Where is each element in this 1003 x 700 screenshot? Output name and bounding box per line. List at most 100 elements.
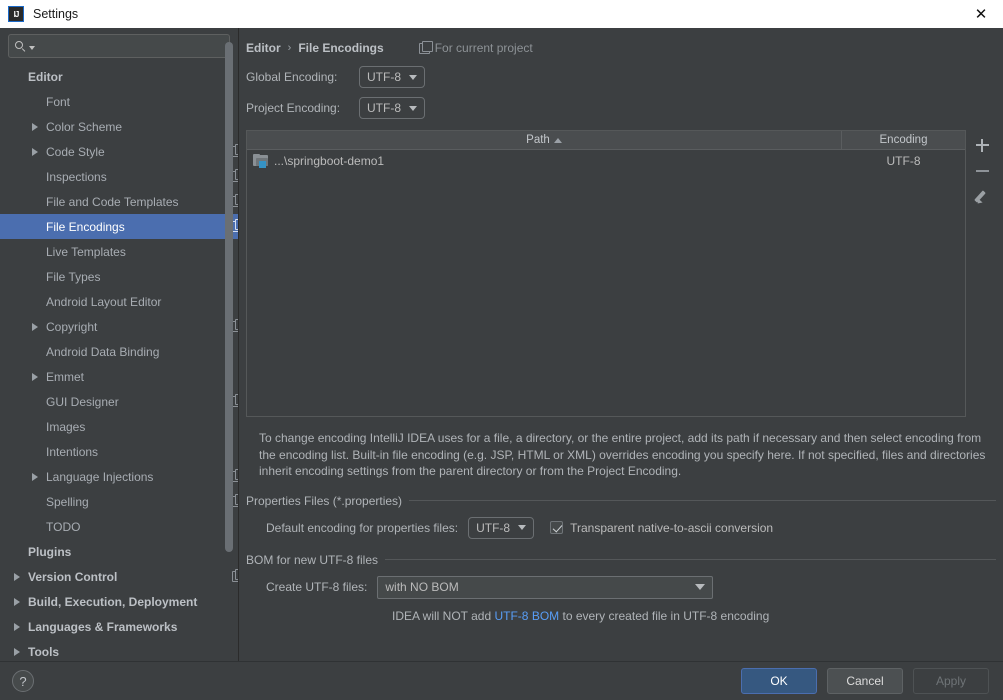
project-encoding-row: Project Encoding: UTF-8 bbox=[239, 96, 1003, 120]
default-properties-encoding-label: Default encoding for properties files: bbox=[266, 520, 459, 535]
expand-arrow-icon[interactable] bbox=[32, 472, 38, 481]
column-header-path-label: Path bbox=[526, 134, 550, 146]
for-current-project-badge: For current project bbox=[413, 40, 533, 55]
sidebar-item-images[interactable]: Images bbox=[0, 414, 238, 439]
copy-icon bbox=[232, 144, 238, 157]
sidebar-item-label: Languages & Frameworks bbox=[28, 619, 178, 634]
close-icon[interactable]: ✕ bbox=[959, 0, 1003, 28]
bom-group-label: BOM for new UTF-8 files bbox=[246, 552, 379, 567]
sidebar-scrollbar[interactable] bbox=[225, 42, 233, 552]
sidebar-item-editor[interactable]: Editor bbox=[0, 64, 238, 89]
bom-note: IDEA will NOT add UTF-8 BOM to every cre… bbox=[246, 599, 996, 623]
column-header-path[interactable]: Path bbox=[247, 131, 842, 149]
project-encoding-combo[interactable]: UTF-8 bbox=[359, 97, 425, 119]
expand-arrow-icon[interactable] bbox=[14, 622, 20, 631]
properties-files-group-body: Default encoding for properties files: U… bbox=[246, 508, 996, 539]
default-properties-encoding-combo[interactable]: UTF-8 bbox=[468, 516, 535, 539]
properties-files-group-title: Properties Files (*.properties) bbox=[246, 494, 996, 508]
search-input[interactable] bbox=[39, 37, 223, 55]
properties-files-group: Properties Files (*.properties) Default … bbox=[246, 494, 996, 539]
sidebar-item-plugins[interactable]: Plugins bbox=[0, 539, 238, 564]
create-utf8-files-combo[interactable]: with NO BOM bbox=[377, 575, 714, 599]
sidebar-item-gui-designer[interactable]: GUI Designer bbox=[0, 389, 238, 414]
sidebar-item-label: Android Data Binding bbox=[46, 344, 160, 359]
sidebar-item-label: File Encodings bbox=[46, 219, 125, 234]
title-bar: IJ Settings ✕ bbox=[0, 0, 1003, 28]
sidebar-item-inspections[interactable]: Inspections bbox=[0, 164, 238, 189]
table-body[interactable]: ...\springboot-demo1 UTF-8 bbox=[247, 150, 965, 416]
sidebar-item-android-data-binding[interactable]: Android Data Binding bbox=[0, 339, 238, 364]
sidebar-item-intentions[interactable]: Intentions bbox=[0, 439, 238, 464]
global-encoding-combo[interactable]: UTF-8 bbox=[359, 66, 425, 88]
remove-button[interactable] bbox=[970, 159, 994, 183]
sidebar-item-label: Font bbox=[46, 94, 71, 109]
for-current-project-label: For current project bbox=[434, 41, 533, 55]
expand-toggle bbox=[14, 572, 28, 581]
ok-button[interactable]: OK bbox=[741, 668, 817, 694]
expand-arrow-icon[interactable] bbox=[32, 372, 38, 381]
expand-toggle bbox=[32, 322, 46, 331]
sidebar-item-languages-frameworks[interactable]: Languages & Frameworks bbox=[0, 614, 238, 639]
search-dropdown-icon[interactable] bbox=[29, 46, 35, 50]
sidebar-item-todo[interactable]: TODO bbox=[0, 514, 238, 539]
expand-arrow-icon[interactable] bbox=[14, 597, 20, 606]
expand-arrow-icon[interactable] bbox=[14, 572, 20, 581]
sidebar-item-live-templates[interactable]: Live Templates bbox=[0, 239, 238, 264]
copy-icon bbox=[232, 219, 238, 232]
copy-icon bbox=[232, 169, 238, 182]
sidebar-item-label: Images bbox=[46, 419, 86, 434]
sidebar-item-version-control[interactable]: Version Control bbox=[0, 564, 238, 589]
sidebar-item-label: File and Code Templates bbox=[46, 194, 179, 209]
table-header: Path Encoding bbox=[247, 131, 965, 150]
bom-group: BOM for new UTF-8 files Create UTF-8 fil… bbox=[246, 553, 996, 623]
sidebar-item-label: Live Templates bbox=[46, 244, 126, 259]
sidebar-item-label: Copyright bbox=[46, 319, 98, 334]
sidebar-item-android-layout-editor[interactable]: Android Layout Editor bbox=[0, 289, 238, 314]
chevron-down-icon bbox=[409, 74, 417, 80]
cancel-button[interactable]: Cancel bbox=[827, 668, 903, 694]
copy-icon bbox=[232, 494, 238, 507]
sidebar-item-label: Android Layout Editor bbox=[46, 294, 162, 309]
add-button[interactable] bbox=[970, 133, 994, 157]
sidebar-item-file-and-code-templates[interactable]: File and Code Templates bbox=[0, 189, 238, 214]
sidebar-item-tools[interactable]: Tools bbox=[0, 639, 238, 661]
settings-sidebar: Editor Font Color Scheme Code Style Inspecti… bbox=[0, 28, 239, 661]
sidebar-item-label: File Types bbox=[46, 269, 101, 284]
bom-group-body: Create UTF-8 files: with NO BOM bbox=[246, 567, 996, 599]
column-header-encoding-label: Encoding bbox=[879, 134, 928, 146]
table-cell-encoding[interactable]: UTF-8 bbox=[842, 154, 965, 168]
sidebar-item-emmet[interactable]: Emmet bbox=[0, 364, 238, 389]
sort-ascending-icon bbox=[553, 137, 562, 143]
project-encoding-value: UTF-8 bbox=[367, 101, 401, 115]
sidebar-item-file-types[interactable]: File Types bbox=[0, 264, 238, 289]
utf8-bom-link[interactable]: UTF-8 BOM bbox=[494, 609, 559, 623]
help-button[interactable]: ? bbox=[12, 670, 34, 692]
sidebar-item-label: Emmet bbox=[46, 369, 85, 384]
breadcrumb-parent[interactable]: Editor bbox=[246, 41, 281, 55]
column-header-encoding[interactable]: Encoding bbox=[842, 131, 965, 149]
table-row[interactable]: ...\springboot-demo1 UTF-8 bbox=[247, 150, 965, 172]
sidebar-item-color-scheme[interactable]: Color Scheme bbox=[0, 114, 238, 139]
sidebar-item-spelling[interactable]: Spelling bbox=[0, 489, 238, 514]
sidebar-item-language-injections[interactable]: Language Injections bbox=[0, 464, 238, 489]
expand-arrow-icon[interactable] bbox=[32, 122, 38, 131]
sidebar-item-code-style[interactable]: Code Style bbox=[0, 139, 238, 164]
settings-tree: Editor Font Color Scheme Code Style Inspecti… bbox=[0, 64, 238, 661]
global-encoding-row: Global Encoding: UTF-8 bbox=[239, 65, 1003, 89]
expand-arrow-icon[interactable] bbox=[14, 647, 20, 656]
transparent-conversion-checkbox[interactable]: Transparent native-to-ascii conversion bbox=[550, 521, 773, 535]
copy-icon bbox=[232, 319, 238, 332]
create-utf8-files-value: with NO BOM bbox=[385, 580, 459, 594]
search-box[interactable] bbox=[8, 34, 230, 58]
sidebar-item-file-encodings[interactable]: File Encodings bbox=[0, 214, 238, 239]
bom-note-suffix: to every created file in UTF-8 encoding bbox=[559, 608, 770, 623]
expand-arrow-icon[interactable] bbox=[32, 147, 38, 156]
sidebar-item-label: Plugins bbox=[28, 544, 72, 559]
expand-arrow-icon[interactable] bbox=[32, 322, 38, 331]
search-container bbox=[0, 28, 238, 58]
copy-icon bbox=[418, 40, 433, 54]
sidebar-item-font[interactable]: Font bbox=[0, 89, 238, 114]
sidebar-item-copyright[interactable]: Copyright bbox=[0, 314, 238, 339]
edit-button[interactable] bbox=[970, 185, 994, 209]
sidebar-item-build-execution-deployment[interactable]: Build, Execution, Deployment bbox=[0, 589, 238, 614]
